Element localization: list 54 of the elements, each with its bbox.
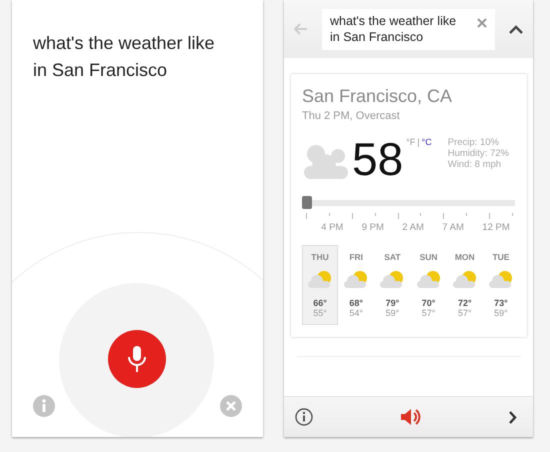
hour-label: 12 PM xyxy=(482,222,510,233)
day-label: SAT xyxy=(384,252,401,262)
hour-label: 7 AM xyxy=(442,222,464,233)
weather-detail: Precip: 10% xyxy=(448,137,500,148)
weather-detail: Wind: 8 mph xyxy=(448,159,502,170)
temperature: 58 xyxy=(352,136,404,182)
speaker-icon[interactable] xyxy=(400,407,422,427)
next-chevron-icon[interactable] xyxy=(508,410,517,424)
timeline-handle[interactable] xyxy=(302,196,312,209)
day-label: FRI xyxy=(349,252,364,262)
day-label: MON xyxy=(454,252,475,262)
partly-cloudy-icon xyxy=(452,270,478,288)
hour-label: 4 PM xyxy=(321,222,344,233)
forecast-day[interactable]: THU 66° 55° xyxy=(302,245,338,325)
forecast-day[interactable]: MON 72° 57° xyxy=(446,245,483,325)
partly-cloudy-icon xyxy=(416,270,442,288)
unit-link[interactable]: °C xyxy=(422,137,432,147)
condition-text: Thu 2 PM, Overcast xyxy=(302,110,401,122)
forecast-day[interactable]: TUE 73° 59° xyxy=(482,245,519,325)
hour-label: 9 PM xyxy=(362,222,384,233)
clear-icon[interactable] xyxy=(477,18,487,28)
partly-cloudy-icon xyxy=(343,270,370,288)
partly-cloudy-icon xyxy=(379,270,406,288)
low-temp: 57° xyxy=(458,308,472,318)
location-title: San Francisco, CA xyxy=(302,86,454,107)
weather-detail: Humidity: 72% xyxy=(448,148,509,159)
unit-label: °F xyxy=(406,137,416,147)
high-temp: 70° xyxy=(422,298,436,308)
high-temp: 79° xyxy=(386,298,400,308)
low-temp: 57° xyxy=(422,308,436,318)
microphone-icon xyxy=(126,344,148,374)
high-temp: 73° xyxy=(494,298,508,308)
forecast-day[interactable]: SAT 79° 59° xyxy=(374,245,410,325)
spoken-query: what's the weather like in San Francisco xyxy=(32,32,216,82)
low-temp: 59° xyxy=(494,308,508,318)
high-temp: 66° xyxy=(313,298,327,308)
day-label: THU xyxy=(311,252,329,262)
low-temp: 54° xyxy=(349,308,363,318)
info-icon[interactable] xyxy=(295,408,313,426)
day-label: TUE xyxy=(492,252,510,262)
collapse-chevron-icon[interactable] xyxy=(509,24,523,34)
cloud-icon xyxy=(302,142,350,180)
partly-cloudy-icon xyxy=(488,270,514,288)
forecast-day[interactable]: SUN 70° 57° xyxy=(410,245,447,325)
low-temp: 55° xyxy=(313,308,327,318)
search-field[interactable]: what's the weather like in San Francisco xyxy=(322,8,495,50)
hour-label: 2 AM xyxy=(402,222,424,233)
day-label: SUN xyxy=(420,252,438,262)
low-temp: 59° xyxy=(386,308,400,318)
high-temp: 68° xyxy=(349,298,363,308)
partly-cloudy-icon xyxy=(307,270,333,288)
high-temp: 72° xyxy=(458,298,472,308)
forecast-day[interactable]: FRI 68° 54° xyxy=(338,245,374,325)
unit-separator: | xyxy=(417,137,420,147)
